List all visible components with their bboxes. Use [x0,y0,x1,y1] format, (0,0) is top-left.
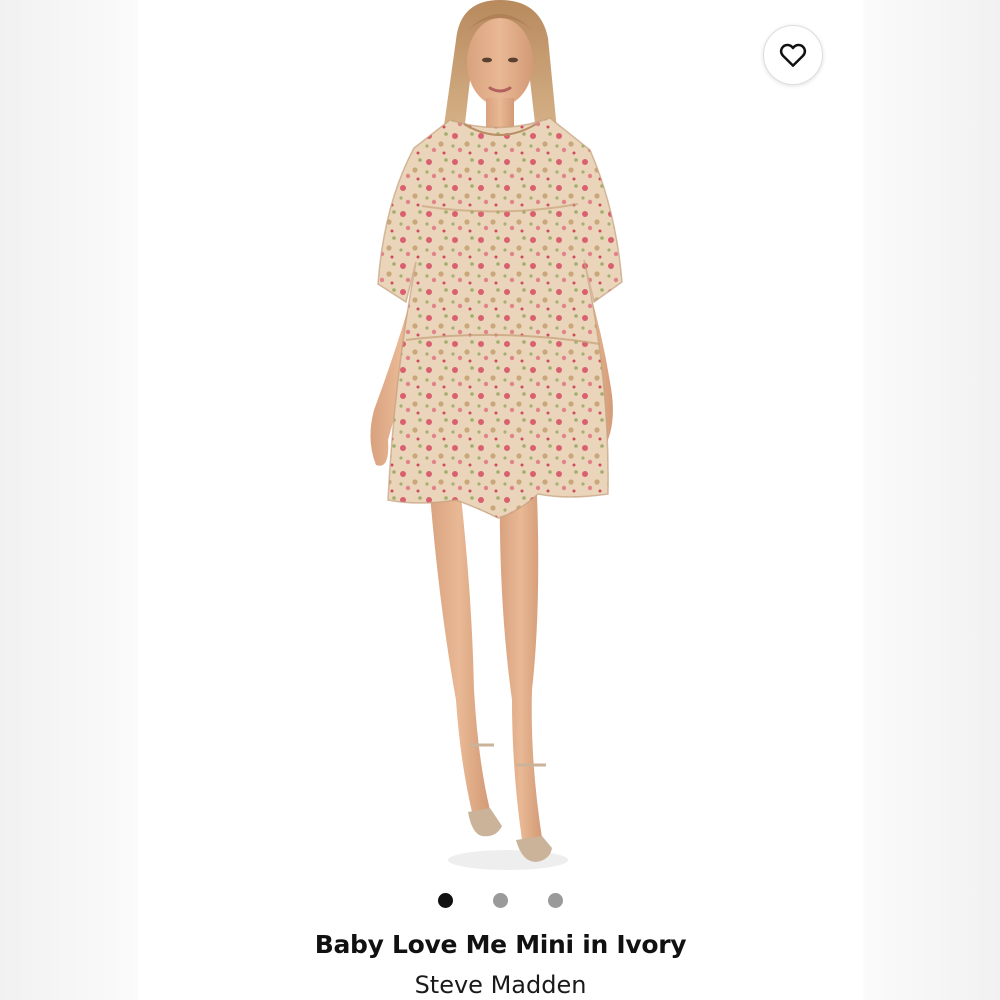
favorite-button[interactable] [763,25,823,85]
product-screen: Baby Love Me Mini in Ivory Steve Madden [0,0,1000,1000]
left-blurred-background [0,0,138,1000]
product-photo[interactable] [138,0,863,880]
heart-outline-icon [779,43,807,67]
right-blurred-background [863,0,1000,1000]
product-card: Baby Love Me Mini in Ivory Steve Madden [138,0,863,1000]
carousel-dot-2[interactable] [493,893,508,908]
brand-name[interactable]: Steve Madden [138,971,863,999]
carousel-dot-3[interactable] [548,893,563,908]
carousel-dot-1[interactable] [438,893,453,908]
product-title[interactable]: Baby Love Me Mini in Ivory [138,930,863,959]
image-carousel-dots [138,893,863,913]
